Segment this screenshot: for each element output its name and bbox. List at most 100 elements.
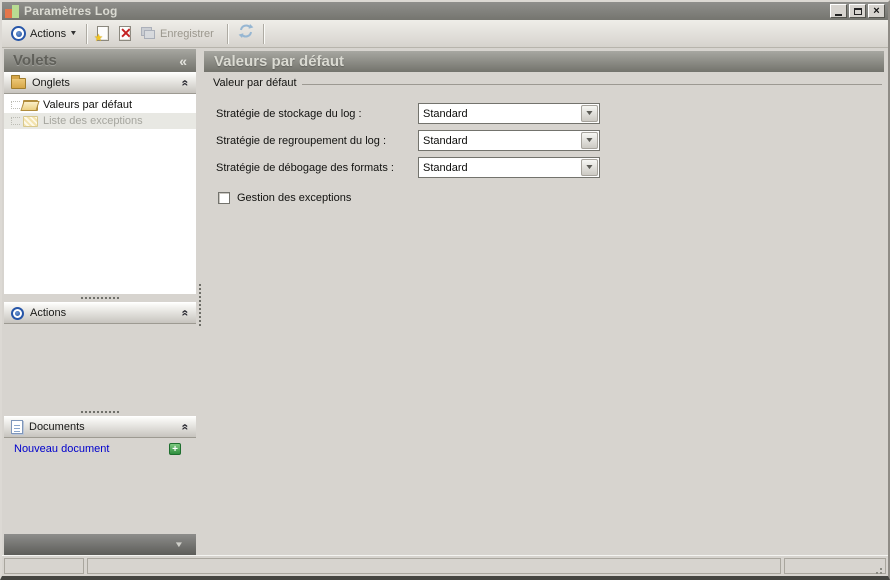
main-panel: Valeurs par défaut Valeur par défaut Str…: [204, 48, 886, 555]
status-bar: [2, 555, 888, 576]
maximize-button[interactable]: [849, 4, 866, 18]
sidebar-title: Volets: [13, 52, 57, 69]
field-label: Stratégie de regroupement du log :: [216, 134, 387, 147]
window-title: Paramètres Log: [24, 4, 118, 18]
groupbox-label: Valeur par défaut: [213, 77, 297, 89]
field-label: Stratégie de stockage du log :: [216, 107, 362, 120]
page-title: Valeurs par défaut: [214, 53, 345, 70]
close-icon: ×: [873, 5, 880, 17]
document-icon: [11, 420, 23, 434]
toolbar: Actions ▼ ★ ✕ Enregistrer: [2, 20, 888, 48]
panel-selector-bar[interactable]: ▼: [4, 534, 196, 555]
toolbar-separator: [262, 23, 265, 44]
vertical-splitter[interactable]: [196, 48, 204, 555]
tree-item-label: Liste des exceptions: [43, 115, 143, 127]
chevron-down-icon: ▼: [584, 137, 595, 144]
actions-section-body: [4, 324, 196, 408]
combo-debogage[interactable]: Standard ▼: [418, 157, 600, 178]
close-button[interactable]: ×: [868, 4, 885, 18]
section-header-actions[interactable]: Actions «: [4, 302, 196, 324]
chevron-up-icon[interactable]: «: [179, 424, 193, 431]
app-window: Paramètres Log × Actions ▼ ★ ✕ Enregistr…: [0, 0, 890, 580]
new-document-link[interactable]: Nouveau document: [14, 443, 169, 455]
tree-connector: [11, 117, 20, 125]
field-row-stockage: Stratégie de stockage du log : Standard …: [216, 103, 884, 124]
folder-icon: [11, 74, 26, 89]
section-header-documents[interactable]: Documents «: [4, 416, 196, 438]
field-row-debogage: Stratégie de débogage des formats : Stan…: [216, 157, 884, 178]
combo-dropdown-button[interactable]: ▼: [581, 132, 598, 149]
main-panel-header: Valeurs par défaut: [204, 51, 884, 72]
sidebar-empty-area: [4, 460, 196, 534]
new-page-icon: ★: [94, 26, 110, 44]
resize-grip-icon[interactable]: [880, 568, 882, 570]
sidebar: Volets « Onglets « Valeurs par défaut Li…: [4, 48, 196, 555]
window-body: Volets « Onglets « Valeurs par défaut Li…: [2, 48, 888, 555]
toolbar-separator: [226, 23, 229, 44]
gestion-exceptions-checkbox[interactable]: [218, 192, 230, 204]
panel-collapse-icon[interactable]: «: [179, 53, 187, 69]
tree-connector: [11, 101, 20, 109]
horizontal-splitter[interactable]: [4, 294, 196, 302]
chevron-up-icon[interactable]: «: [179, 310, 193, 317]
toolbar-separator: [86, 23, 89, 44]
maximize-icon: [853, 7, 862, 15]
app-logo-icon: [5, 4, 19, 18]
onglets-tree: Valeurs par défaut Liste des exceptions: [4, 94, 196, 294]
sidebar-panel-header: Volets «: [4, 49, 196, 72]
save-button-label: Enregistrer: [160, 27, 214, 40]
save-button[interactable]: Enregistrer: [136, 22, 223, 46]
splitter-grip-dots: [81, 410, 119, 414]
logo-bar-orange: [5, 8, 12, 18]
delete-page-icon: ✕: [119, 25, 132, 41]
tree-item-liste-des-exceptions[interactable]: Liste des exceptions: [4, 113, 196, 129]
refresh-icon: [238, 23, 254, 44]
field-row-regroupement: Stratégie de regroupement du log : Stand…: [216, 130, 884, 151]
horizontal-splitter[interactable]: [4, 408, 196, 416]
chevron-up-icon[interactable]: «: [179, 80, 193, 87]
open-folder-icon: [23, 99, 38, 111]
actions-menu-button[interactable]: Actions ▼: [6, 22, 82, 46]
actions-target-icon: [11, 306, 24, 320]
section-label-documents: Documents: [29, 421, 85, 433]
add-document-button[interactable]: +: [169, 443, 181, 455]
actions-target-icon: [11, 26, 26, 41]
groupbox-line: [301, 84, 882, 85]
splitter-grip-dots: [81, 296, 119, 300]
hatched-folder-icon: [23, 115, 38, 127]
combo-value: Standard: [423, 161, 468, 174]
refresh-button[interactable]: [233, 22, 259, 46]
field-label: Stratégie de débogage des formats :: [216, 161, 394, 174]
checkbox-label: Gestion des exceptions: [237, 192, 352, 204]
combo-value: Standard: [423, 134, 468, 147]
groupbox-header: Valeur par défaut: [213, 77, 882, 89]
tree-item-valeurs-par-defaut[interactable]: Valeurs par défaut: [4, 97, 196, 113]
new-item-button[interactable]: ★: [92, 22, 114, 46]
red-x-icon: ✕: [120, 25, 132, 41]
section-header-onglets[interactable]: Onglets «: [4, 72, 196, 94]
chevron-down-icon: ▼: [69, 30, 78, 37]
splitter-grip-dots: [199, 284, 202, 328]
chevron-down-icon: ▼: [584, 110, 595, 117]
status-cell-right: [784, 558, 886, 574]
star-icon: ★: [94, 33, 103, 44]
combo-dropdown-button[interactable]: ▼: [581, 105, 598, 122]
checkbox-row-gestion-exceptions: Gestion des exceptions: [218, 192, 884, 204]
save-icon: [141, 27, 156, 40]
chevron-down-icon: ▼: [173, 540, 185, 549]
combo-stockage[interactable]: Standard ▼: [418, 103, 600, 124]
status-cell-main: [87, 558, 781, 574]
combo-dropdown-button[interactable]: ▼: [581, 159, 598, 176]
section-label-actions: Actions: [30, 307, 67, 319]
new-document-row: Nouveau document +: [4, 438, 196, 460]
tree-item-label: Valeurs par défaut: [43, 99, 133, 111]
titlebar[interactable]: Paramètres Log ×: [2, 2, 888, 20]
logo-bar-green: [12, 4, 19, 18]
combo-value: Standard: [423, 107, 468, 120]
delete-item-button[interactable]: ✕: [114, 22, 136, 46]
actions-menu-label: Actions: [30, 27, 67, 40]
minimize-icon: [835, 13, 842, 16]
combo-regroupement[interactable]: Standard ▼: [418, 130, 600, 151]
section-label-onglets: Onglets: [32, 77, 70, 89]
minimize-button[interactable]: [830, 4, 847, 18]
